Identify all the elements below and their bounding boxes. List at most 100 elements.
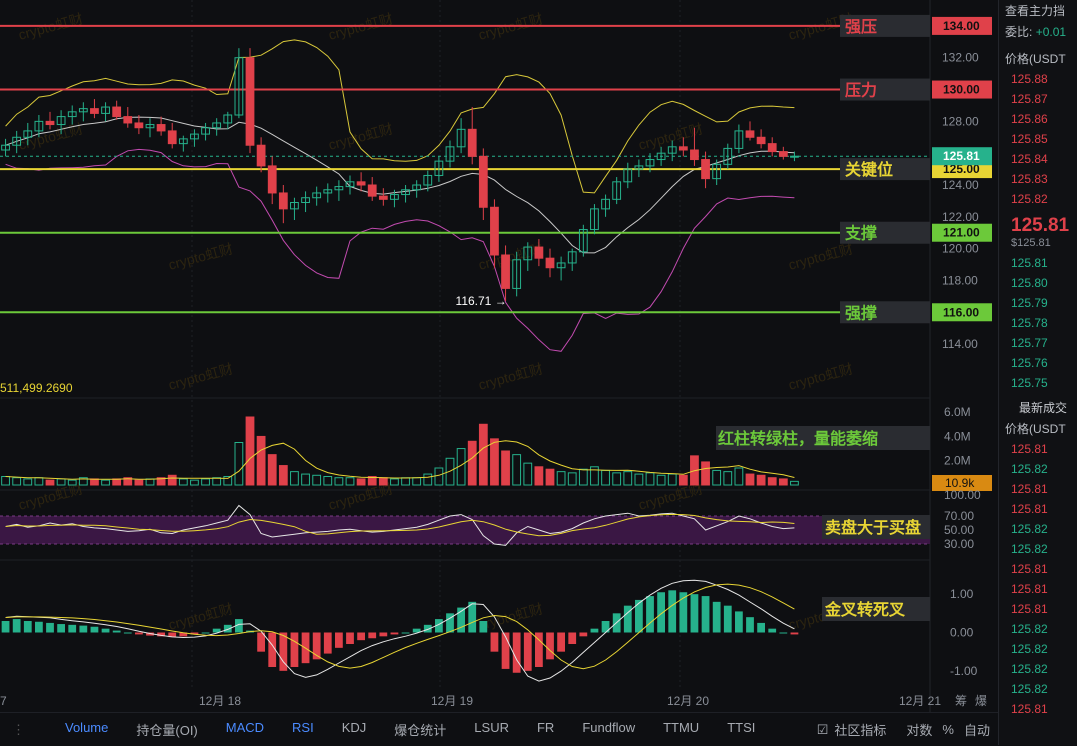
price-tick-label: 114.00 [942, 337, 978, 351]
candle-body [678, 146, 688, 151]
level-label: 强撑 [845, 303, 877, 322]
axis-right-label: 筹 [955, 694, 967, 708]
macd-tick-label: 1.00 [950, 587, 974, 601]
candle-body [134, 122, 144, 129]
macd-histogram-bar [568, 632, 577, 644]
drag-handle-icon[interactable]: ⋮ [12, 722, 25, 738]
price-tick-label: 120.00 [942, 242, 979, 256]
trade-price-row[interactable]: 125.82 [999, 539, 1077, 559]
order-book-panel: 查看主力挡 委比: +0.01 价格(USDT 125.88 125.87 125.… [998, 0, 1077, 745]
indicator-tab-fr[interactable]: FR [537, 720, 554, 739]
trade-price-row[interactable]: 125.82 [999, 659, 1077, 679]
macd-histogram-bar [690, 594, 699, 633]
trade-price-row[interactable]: 125.82 [999, 679, 1077, 699]
asks-list: 125.88 125.87 125.86 125.85 125.84 125.83 125.… [999, 69, 1077, 209]
ask-price-row[interactable]: 125.84 [999, 149, 1077, 169]
community-indicators[interactable]: 社区指标 [834, 720, 886, 739]
trade-price-row[interactable]: 125.81 [999, 699, 1077, 719]
candle-body [745, 130, 755, 138]
indicator-tab-ttsi[interactable]: TTSI [727, 720, 755, 739]
last-price-usd: $125.81 [1011, 237, 1051, 249]
rsi-tick-label: 50.00 [944, 523, 974, 537]
macd-histogram-bar [379, 632, 388, 637]
indicator-tab-fundflow[interactable]: Fundflow [582, 720, 635, 739]
trade-price-row[interactable]: 125.82 [999, 459, 1077, 479]
macd-histogram-bar [290, 632, 299, 667]
indicator-tab-kdj[interactable]: KDJ [342, 720, 367, 739]
indicator-tab-lsur[interactable]: LSUR [474, 720, 509, 739]
bid-price-row[interactable]: 125.75 [999, 373, 1077, 393]
ask-price-row[interactable]: 125.86 [999, 109, 1077, 129]
bid-price-row[interactable]: 125.79 [999, 293, 1077, 313]
indicator-tab--oi-[interactable]: 持仓量(OI) [136, 720, 197, 739]
log-toggle[interactable]: 对数 [906, 720, 932, 739]
candle-body [790, 155, 799, 158]
trade-price-row[interactable]: 125.81 [999, 559, 1077, 579]
trades-title[interactable]: 最新成交 [999, 393, 1077, 418]
macd-histogram-bar [646, 596, 654, 633]
volume-bar [378, 477, 388, 486]
x-axis-label: 12月 19 [431, 694, 473, 708]
x-axis-label: 12月 18 [199, 694, 241, 708]
commission-value: +0.01 [1035, 25, 1067, 39]
volume-bar [701, 461, 710, 486]
candle-body [478, 155, 488, 208]
trade-price-row[interactable]: 125.81 [999, 479, 1077, 499]
price-tick-label: 124.00 [942, 178, 979, 192]
macd-histogram-bar [79, 625, 88, 633]
indicator-tab-macd[interactable]: MACD [226, 720, 264, 739]
macd-histogram-bar [135, 632, 143, 635]
candle-body [690, 149, 699, 161]
trade-price-row[interactable]: 125.81 [999, 599, 1077, 619]
macd-histogram-bar [23, 621, 32, 633]
indicator-tab-ttmu[interactable]: TTMU [663, 720, 699, 739]
macd-histogram-bar [779, 632, 788, 634]
ask-price-row[interactable]: 125.83 [999, 169, 1077, 189]
trade-price-row[interactable]: 125.81 [999, 579, 1077, 599]
trade-price-row[interactable]: 125.82 [999, 639, 1077, 659]
volume-bar [478, 423, 488, 486]
macd-histogram-bar [323, 632, 332, 654]
chart-area[interactable]: 132.00130.00128.00126.00125.00124.00122.… [0, 0, 1000, 745]
volume-label: 511,499.2690 [0, 381, 73, 395]
ask-price-row[interactable]: 125.88 [999, 69, 1077, 89]
community-icon[interactable]: ☑ [817, 722, 829, 738]
candlestick-chart[interactable]: 132.00130.00128.00126.00125.00124.00122.… [0, 0, 1000, 712]
trade-price-row[interactable]: 125.81 [999, 439, 1077, 459]
level-value: 130.00 [943, 83, 980, 97]
candle-body [167, 130, 177, 145]
macd-histogram-bar [57, 624, 65, 633]
level-label: 压力 [845, 81, 877, 100]
volume-tick-label: 4.0M [944, 429, 971, 443]
bid-price-row[interactable]: 125.81 [999, 253, 1077, 273]
candle-body [156, 124, 166, 132]
candle-body [267, 165, 277, 194]
top-label[interactable]: 查看主力挡 [999, 0, 1077, 21]
volume-annotation: 红柱转绿柱，量能萎缩 [718, 429, 878, 448]
trade-price-row[interactable]: 125.82 [999, 619, 1077, 639]
rsi-tick-label: 70.00 [944, 509, 974, 523]
bid-price-row[interactable]: 125.78 [999, 313, 1077, 333]
indicator-tabs: Volume 持仓量(OI) MACD RSI KDJ 爆仓统计 LSUR FR Fundflo… [65, 720, 783, 739]
trade-price-row[interactable]: 125.82 [999, 519, 1077, 539]
volume-bar [45, 479, 55, 486]
bid-price-row[interactable]: 125.77 [999, 333, 1077, 353]
auto-toggle[interactable]: 自动 [964, 720, 990, 739]
bid-price-row[interactable]: 125.80 [999, 273, 1077, 293]
macd-histogram-bar [579, 632, 588, 637]
x-axis-label: 7 [0, 694, 7, 708]
macd-histogram-bar [1, 621, 10, 633]
candle-body [501, 254, 510, 289]
indicator-tab-rsi[interactable]: RSI [292, 720, 314, 739]
volume-bar [501, 450, 510, 486]
commission-label: 委比: [1005, 25, 1033, 39]
ask-price-row[interactable]: 125.82 [999, 189, 1077, 209]
indicator-tab--[interactable]: 爆仓统计 [394, 720, 446, 739]
ask-price-row[interactable]: 125.85 [999, 129, 1077, 149]
trade-price-row[interactable]: 125.81 [999, 499, 1077, 519]
ask-price-row[interactable]: 125.87 [999, 89, 1077, 109]
percent-toggle[interactable]: % [942, 722, 954, 737]
bid-price-row[interactable]: 125.76 [999, 353, 1077, 373]
indicator-tab-volume[interactable]: Volume [65, 720, 108, 739]
last-price-tag: 125.81 [943, 149, 980, 163]
